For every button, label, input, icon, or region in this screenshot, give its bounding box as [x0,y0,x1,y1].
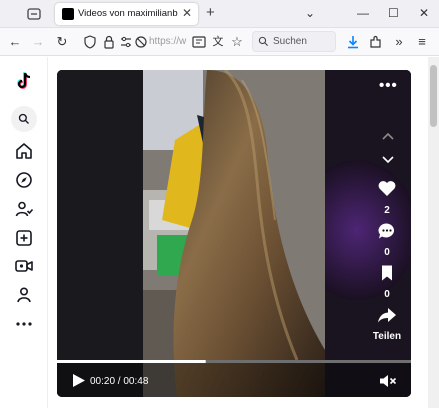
tab-list-icon[interactable] [26,6,42,22]
tiktok-logo-icon[interactable] [14,71,34,91]
search-box[interactable]: Suchen [252,31,336,52]
tracking-blocked-icon[interactable] [133,34,149,50]
url-text: https://w [149,36,187,47]
tiktok-sidebar [0,57,48,408]
downloads-icon[interactable] [345,34,361,50]
play-icon[interactable] [72,373,86,388]
tiktok-favicon-icon [62,8,74,20]
close-tab-icon[interactable]: ✕ [182,6,192,20]
bookmark-count: 0 [384,289,390,300]
url-bar[interactable]: https://w 文 ☆ [76,31,248,53]
comment-count: 0 [384,247,390,258]
minimize-icon[interactable]: — [357,6,369,20]
video-player[interactable]: ••• 2 0 0 Teilen 00:20 / 00:48 [57,70,411,397]
main-content: ••• 2 0 0 Teilen 00:20 / 00:48 [48,57,439,408]
new-tab-icon[interactable]: + [206,4,215,21]
following-icon[interactable] [14,199,34,219]
explore-compass-icon[interactable] [14,170,34,190]
hamburger-menu-icon[interactable]: ≡ [414,34,430,50]
overflow-menu-icon[interactable]: » [391,34,407,50]
muted-speaker-icon[interactable] [379,374,397,388]
video-frame[interactable] [57,70,411,397]
translate-icon[interactable]: 文 [210,34,226,50]
share-label: Teilen [372,331,402,342]
like-heart-icon[interactable] [377,179,397,197]
live-video-icon[interactable] [14,256,34,276]
reload-icon[interactable]: ↻ [54,34,70,50]
like-count: 2 [384,205,390,216]
bookmark-icon[interactable] [378,264,396,282]
time-display: 00:20 / 00:48 [90,376,149,387]
page-scrollbar[interactable] [428,57,439,408]
search-icon [258,36,269,47]
shield-icon[interactable] [82,34,98,50]
more-options-icon[interactable]: ••• [379,77,398,94]
active-tab[interactable]: Videos von maximilianbaehring ✕ [55,3,198,25]
reader-view-icon[interactable] [191,34,207,50]
profile-icon[interactable] [14,285,34,305]
chevron-down-icon[interactable]: ⌄ [305,6,315,20]
extensions-icon[interactable] [368,34,384,50]
search-button[interactable] [11,106,37,132]
back-icon[interactable]: ← [7,34,23,50]
maximize-icon[interactable]: ☐ [388,6,399,20]
upload-plus-icon[interactable] [14,228,34,248]
comment-icon[interactable] [377,222,397,240]
permissions-icon[interactable] [118,34,134,50]
chevron-down-icon[interactable] [381,154,395,166]
share-icon[interactable] [376,306,398,324]
bookmark-star-icon[interactable]: ☆ [229,34,245,50]
close-window-icon[interactable]: ✕ [419,6,429,20]
more-dots-icon[interactable] [14,314,34,334]
forward-icon[interactable]: → [30,34,46,50]
lock-icon[interactable] [101,34,117,50]
scrollbar-thumb[interactable] [430,65,437,127]
home-icon[interactable] [14,141,34,161]
navigation-bar: ← → ↻ https://w 文 ☆ Suchen » ≡ [0,28,439,56]
tab-title: Videos von maximilianbaehring [78,8,178,19]
tab-bar: Videos von maximilianbaehring ✕ + ⌄ — ☐ … [0,0,439,28]
search-placeholder: Suchen [273,36,307,47]
chevron-up-icon[interactable] [381,130,395,142]
search-icon [18,113,29,124]
